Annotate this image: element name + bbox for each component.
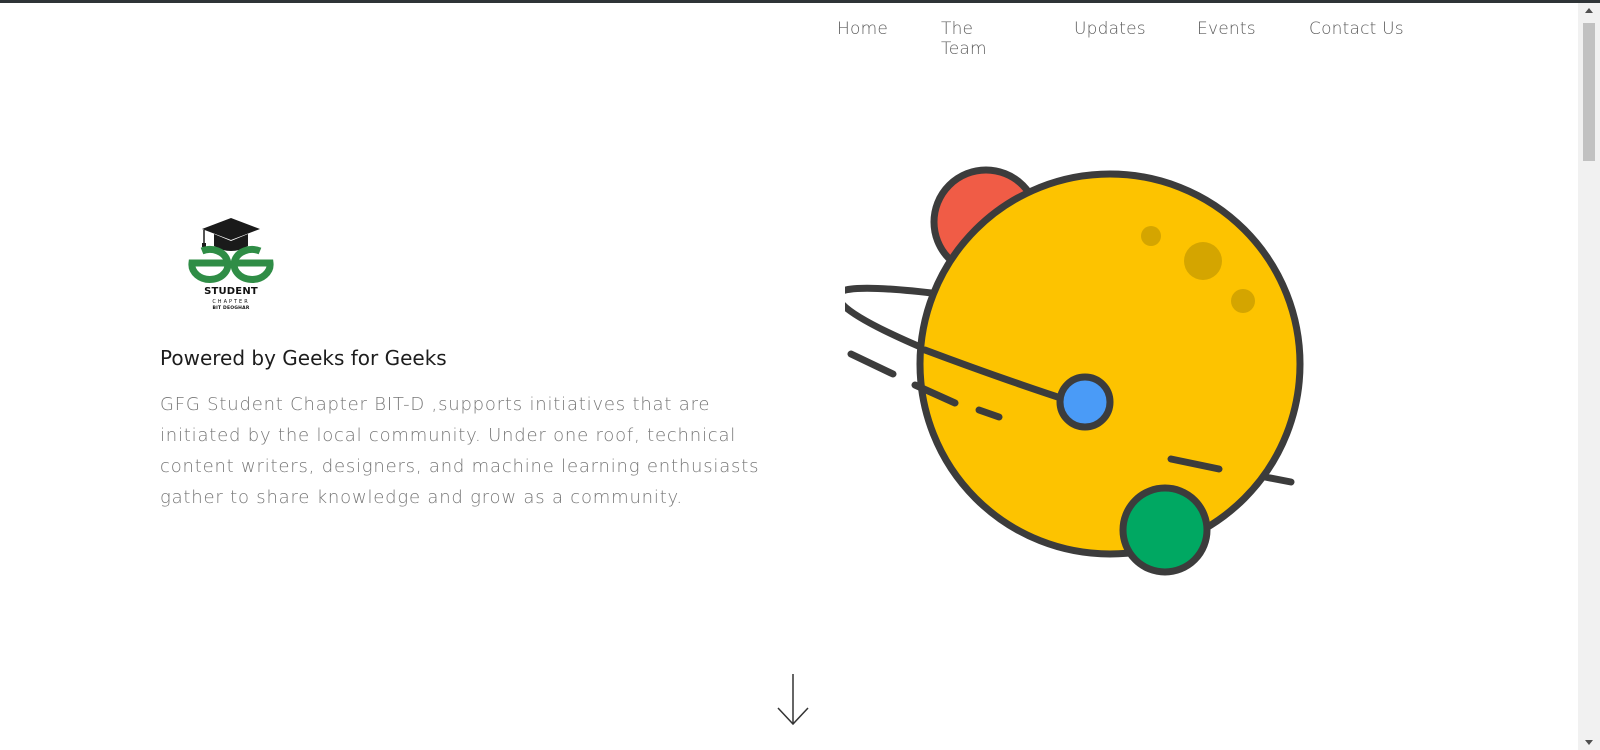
motion-dash-5 — [1261, 473, 1295, 486]
top-border — [0, 0, 1600, 3]
hero-description: GFG Student Chapter BIT-D ,supports init… — [160, 394, 760, 508]
blue-moon — [1056, 373, 1114, 431]
scroll-thumb[interactable] — [1583, 23, 1595, 161]
graduation-cap-icon — [188, 218, 274, 283]
planet-illustration — [845, 166, 1304, 576]
crater-large — [1184, 242, 1222, 280]
page: Home The Team Updates Events Contact Us … — [0, 0, 1600, 750]
crater-small — [1141, 226, 1161, 246]
logo-bit-text: BIT DEOGHAR — [212, 306, 250, 311]
scroll-up-icon[interactable] — [1585, 8, 1593, 13]
gfg-student-chapter-logo: STUDENT CHAPTER BIT DEOGHAR — [188, 218, 278, 318]
logo-student-text: STUDENT — [204, 286, 258, 297]
green-moon — [1119, 484, 1211, 576]
nav-events[interactable]: Events — [1197, 19, 1256, 39]
scroll-down-icon[interactable] — [1585, 740, 1593, 745]
nav-the-team[interactable]: The Team — [941, 19, 987, 59]
crater-medium — [1231, 289, 1255, 313]
nav-updates[interactable]: Updates — [1074, 19, 1146, 39]
yellow-planet — [916, 170, 1304, 558]
logo-chapter-text: CHAPTER — [212, 299, 250, 305]
motion-dash-1 — [847, 350, 897, 378]
nav-home[interactable]: Home — [837, 19, 888, 39]
nav-contact-us[interactable]: Contact Us — [1309, 19, 1404, 39]
scrollbar[interactable] — [1578, 3, 1600, 750]
arrow-down-icon[interactable] — [776, 672, 810, 728]
hero-title: Powered by Geeks for Geeks — [160, 346, 447, 370]
